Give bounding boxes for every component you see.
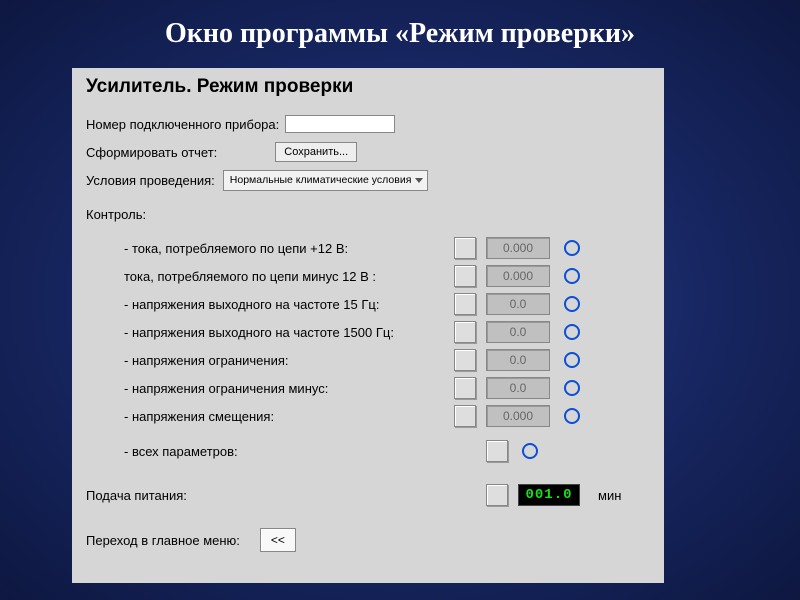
control-row-6: - напряжения смещения: 0.000 (86, 402, 652, 430)
power-row: Подача питания: 001.0 мин (86, 480, 652, 510)
conditions-selected: Нормальные климатические условия (230, 174, 412, 186)
slide-title: Окно программы «Режим проверки» (0, 18, 800, 50)
control-value-2: 0.0 (486, 293, 550, 315)
control-label: Контроль: (86, 207, 146, 222)
control-label-0: - тока, потребляемого по цепи +12 В: (86, 241, 446, 256)
control-row-0: - тока, потребляемого по цепи +12 В: 0.0… (86, 234, 652, 262)
conditions-select[interactable]: Нормальные климатические условия (223, 170, 429, 191)
control-label-2: - напряжения выходного на частоте 15 Гц: (86, 297, 446, 312)
back-row: Переход в главное меню: << (86, 528, 652, 552)
control-value-0: 0.000 (486, 237, 550, 259)
device-number-label: Номер подключенного прибора: (86, 117, 279, 132)
control-run-button-1[interactable] (454, 265, 476, 287)
control-led-6 (564, 408, 580, 424)
device-number-row: Номер подключенного прибора: (86, 112, 652, 136)
control-led-2 (564, 296, 580, 312)
control-led-3 (564, 324, 580, 340)
control-value-4: 0.0 (486, 349, 550, 371)
control-run-button-6[interactable] (454, 405, 476, 427)
panel-heading: Усилитель. Режим проверки (86, 76, 652, 98)
control-label-3: - напряжения выходного на частоте 1500 Г… (86, 325, 446, 340)
control-value-1: 0.000 (486, 265, 550, 287)
control-row-4: - напряжения ограничения: 0.0 (86, 346, 652, 374)
control-run-button-0[interactable] (454, 237, 476, 259)
conditions-row: Условия проведения: Нормальные климатиче… (86, 168, 652, 192)
all-params-row: - всех параметров: (86, 436, 652, 466)
control-led-1 (564, 268, 580, 284)
all-params-led (522, 443, 538, 459)
timer-unit: мин (596, 488, 626, 503)
control-run-button-4[interactable] (454, 349, 476, 371)
control-run-button-2[interactable] (454, 293, 476, 315)
control-run-button-3[interactable] (454, 321, 476, 343)
device-number-input[interactable] (285, 115, 395, 133)
control-header: Контроль: (86, 202, 652, 226)
control-row-5: - напряжения ограничения минус: 0.0 (86, 374, 652, 402)
control-value-3: 0.0 (486, 321, 550, 343)
control-label-5: - напряжения ограничения минус: (86, 381, 446, 396)
save-button[interactable]: Сохранить... (275, 142, 357, 162)
control-label-6: - напряжения смещения: (86, 409, 446, 424)
control-led-0 (564, 240, 580, 256)
control-led-5 (564, 380, 580, 396)
all-params-label: - всех параметров: (86, 444, 478, 459)
report-row: Сформировать отчет: Сохранить... (86, 140, 652, 164)
all-params-button[interactable] (486, 440, 508, 462)
conditions-label: Условия проведения: (86, 173, 215, 188)
power-timer: 001.0 (518, 484, 580, 506)
control-row-1: тока, потребляемого по цепи минус 12 В :… (86, 262, 652, 290)
control-led-4 (564, 352, 580, 368)
control-value-6: 0.000 (486, 405, 550, 427)
power-label: Подача питания: (86, 488, 478, 503)
control-label-4: - напряжения ограничения: (86, 353, 446, 368)
report-label: Сформировать отчет: (86, 145, 217, 160)
control-row-2: - напряжения выходного на частоте 15 Гц:… (86, 290, 652, 318)
control-run-button-5[interactable] (454, 377, 476, 399)
control-value-5: 0.0 (486, 377, 550, 399)
app-panel: Усилитель. Режим проверки Номер подключе… (72, 68, 664, 583)
control-row-3: - напряжения выходного на частоте 1500 Г… (86, 318, 652, 346)
back-label: Переход в главное меню: (86, 533, 240, 548)
power-button[interactable] (486, 484, 508, 506)
control-label-1: тока, потребляемого по цепи минус 12 В : (86, 269, 446, 284)
back-button[interactable]: << (260, 528, 296, 552)
